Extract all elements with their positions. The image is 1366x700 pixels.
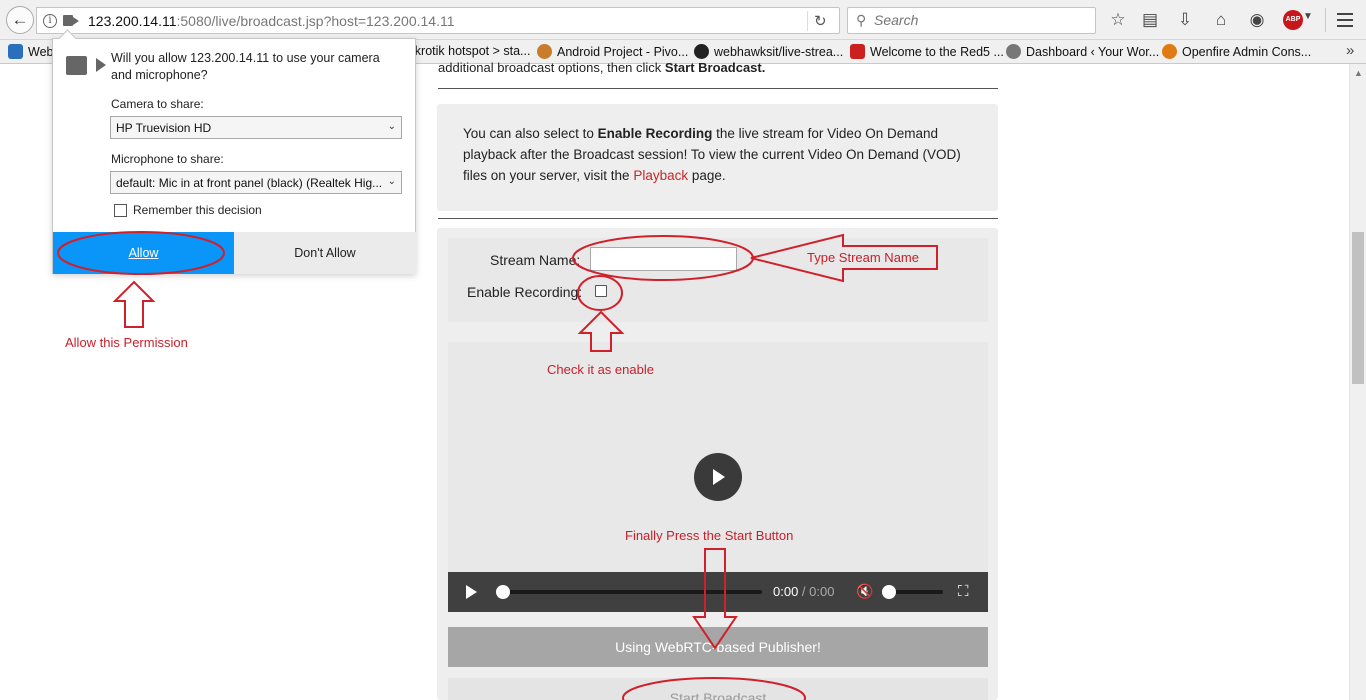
time-duration: 0:00 — [809, 584, 835, 599]
info-bold: Enable Recording — [597, 126, 713, 141]
url-text[interactable]: 123.200.14.11:5080/live/broadcast.jsp?ho… — [88, 13, 455, 29]
fullscreen-icon[interactable]: ⛶ — [958, 583, 969, 600]
scrollbar-thumb[interactable] — [1352, 232, 1364, 384]
bookmark-item[interactable]: Dashboard ‹ Your Wor... — [1006, 44, 1159, 59]
bookmark-favicon-icon — [1162, 44, 1177, 59]
camera-label: Camera to share: — [111, 97, 204, 111]
remember-checkbox[interactable] — [114, 203, 127, 217]
permission-popup: Will you allow 123.200.14.11 to use your… — [52, 38, 416, 274]
remember-decision[interactable]: Remember this decision — [114, 203, 262, 217]
bookmark-label: Web — [28, 44, 54, 59]
chevron-down-icon: ⌄ — [387, 121, 396, 132]
dont-allow-button[interactable]: Don't Allow — [234, 232, 416, 274]
microphone-select[interactable]: default: Mic in at front panel (black) (… — [110, 171, 402, 194]
start-broadcast-button[interactable]: Start Broadcast — [448, 678, 988, 700]
video-controls: 0:00 / 0:00 🔇 ⛶ — [448, 572, 988, 612]
mute-icon[interactable]: 🔇 — [856, 583, 873, 600]
chevron-right-icon[interactable]: » — [1346, 42, 1354, 59]
permission-question: Will you allow 123.200.14.11 to use your… — [111, 51, 380, 82]
up-arrow-icon — [112, 280, 156, 328]
chevron-down-icon: ⌄ — [387, 176, 396, 187]
bookmark-label: Openfire Admin Cons... — [1182, 44, 1312, 59]
back-arrow-icon: ← — [11, 10, 29, 29]
seek-bar[interactable] — [502, 590, 762, 594]
bookmark-label: webhawksit/live-strea... — [714, 44, 844, 59]
microphone-label: Microphone to share: — [111, 152, 224, 166]
bookmark-item[interactable]: ikrotik hotspot > sta... — [412, 44, 530, 58]
chevron-down-icon[interactable]: ▼ — [1303, 11, 1313, 22]
playback-link[interactable]: Playback — [633, 168, 688, 183]
camera-select[interactable]: HP Truevision HD ⌄ — [110, 116, 402, 139]
github-icon — [694, 44, 709, 59]
info-text: page. — [688, 168, 726, 183]
enable-recording-label: Enable Recording: — [467, 284, 583, 300]
time-display: 0:00 / 0:00 — [773, 584, 834, 599]
toolbar-divider — [1325, 8, 1326, 32]
browser-toolbar: ← i 123.200.14.11:5080/live/broadcast.js… — [0, 0, 1366, 40]
adblock-icon[interactable]: ABP — [1283, 10, 1303, 30]
search-bar[interactable]: ⚲ — [847, 7, 1096, 34]
reload-icon[interactable]: ↻ — [814, 12, 827, 30]
microphone-select-value: default: Mic in at front panel (black) (… — [116, 176, 383, 190]
bookmark-item[interactable]: Android Project - Pivo... — [537, 44, 688, 59]
annotation-press-start: Finally Press the Start Button — [625, 528, 794, 543]
bookmark-item[interactable]: webhawksit/live-strea... — [694, 44, 843, 59]
scroll-up-icon[interactable]: ▲ — [1354, 68, 1363, 78]
globe-icon — [1006, 44, 1021, 59]
stream-name-input[interactable] — [590, 247, 737, 271]
recording-info-box: You can also select to Enable Recording … — [437, 104, 998, 211]
intro-text: additional broadcast options, then click… — [438, 60, 765, 75]
camera-permission-icon[interactable] — [63, 15, 73, 26]
bookmark-label: Android Project - Pivo... — [557, 44, 689, 59]
bookmark-favicon-icon — [537, 44, 552, 59]
search-input[interactable] — [874, 12, 1084, 28]
annotation-allow-permission: Allow this Permission — [65, 335, 188, 350]
enable-recording-checkbox[interactable] — [595, 285, 607, 297]
volume-slider[interactable] — [888, 590, 943, 594]
bookmark-item[interactable]: Openfire Admin Cons... — [1162, 44, 1311, 59]
intro-bold: Start Broadcast. — [664, 60, 766, 75]
play-icon[interactable] — [694, 453, 742, 501]
remember-label: Remember this decision — [133, 203, 262, 217]
home-icon[interactable]: ⌂ — [1210, 9, 1232, 31]
play-button[interactable] — [466, 585, 477, 599]
bookmark-favicon-icon — [8, 44, 23, 59]
site-info-icon[interactable]: i — [43, 14, 57, 28]
download-icon[interactable]: ⇩ — [1174, 9, 1196, 31]
info-text: You can also select to — [463, 126, 598, 141]
allow-button[interactable]: Allow — [53, 232, 234, 274]
bookmark-label: ikrotik hotspot > sta... — [412, 44, 531, 58]
seek-handle[interactable] — [496, 585, 510, 599]
time-current: 0:00 — [773, 584, 799, 599]
volume-handle[interactable] — [882, 585, 896, 599]
back-button[interactable]: ← — [6, 6, 34, 34]
pocket-icon[interactable]: ◉ — [1246, 9, 1268, 31]
bookmark-item[interactable]: Welcome to the Red5 ... — [850, 44, 1004, 59]
divider — [438, 88, 998, 89]
stream-name-label: Stream Name: — [490, 252, 581, 268]
time-separator: / — [798, 584, 810, 599]
url-bar[interactable]: i 123.200.14.11:5080/live/broadcast.jsp?… — [36, 7, 840, 34]
bookmark-item[interactable]: Web — [8, 44, 53, 59]
annotation-check-enable: Check it as enable — [547, 362, 654, 377]
url-divider — [807, 11, 808, 31]
bookmark-favicon-icon — [850, 44, 865, 59]
camera-icon — [66, 56, 87, 75]
annotation-type-stream-name: Type Stream Name — [807, 250, 919, 265]
search-icon: ⚲ — [856, 12, 867, 28]
intro-body: additional broadcast options, then click — [438, 60, 665, 75]
bookmarks-list-icon[interactable]: ▤ — [1139, 9, 1161, 31]
menu-icon[interactable] — [1337, 13, 1353, 27]
page-scrollbar[interactable]: ▲ — [1349, 64, 1366, 700]
publisher-status: Using WebRTC-based Publisher! — [448, 627, 988, 667]
bookmark-label: Dashboard ‹ Your Wor... — [1026, 44, 1160, 59]
divider — [438, 218, 998, 219]
bookmark-star-icon[interactable]: ☆ — [1107, 9, 1129, 31]
url-path: :5080/live/broadcast.jsp?host=123.200.14… — [176, 13, 455, 29]
camera-select-value: HP Truevision HD — [116, 121, 212, 135]
url-host: 123.200.14.11 — [88, 13, 177, 29]
bookmark-label: Welcome to the Red5 ... — [870, 44, 1004, 59]
